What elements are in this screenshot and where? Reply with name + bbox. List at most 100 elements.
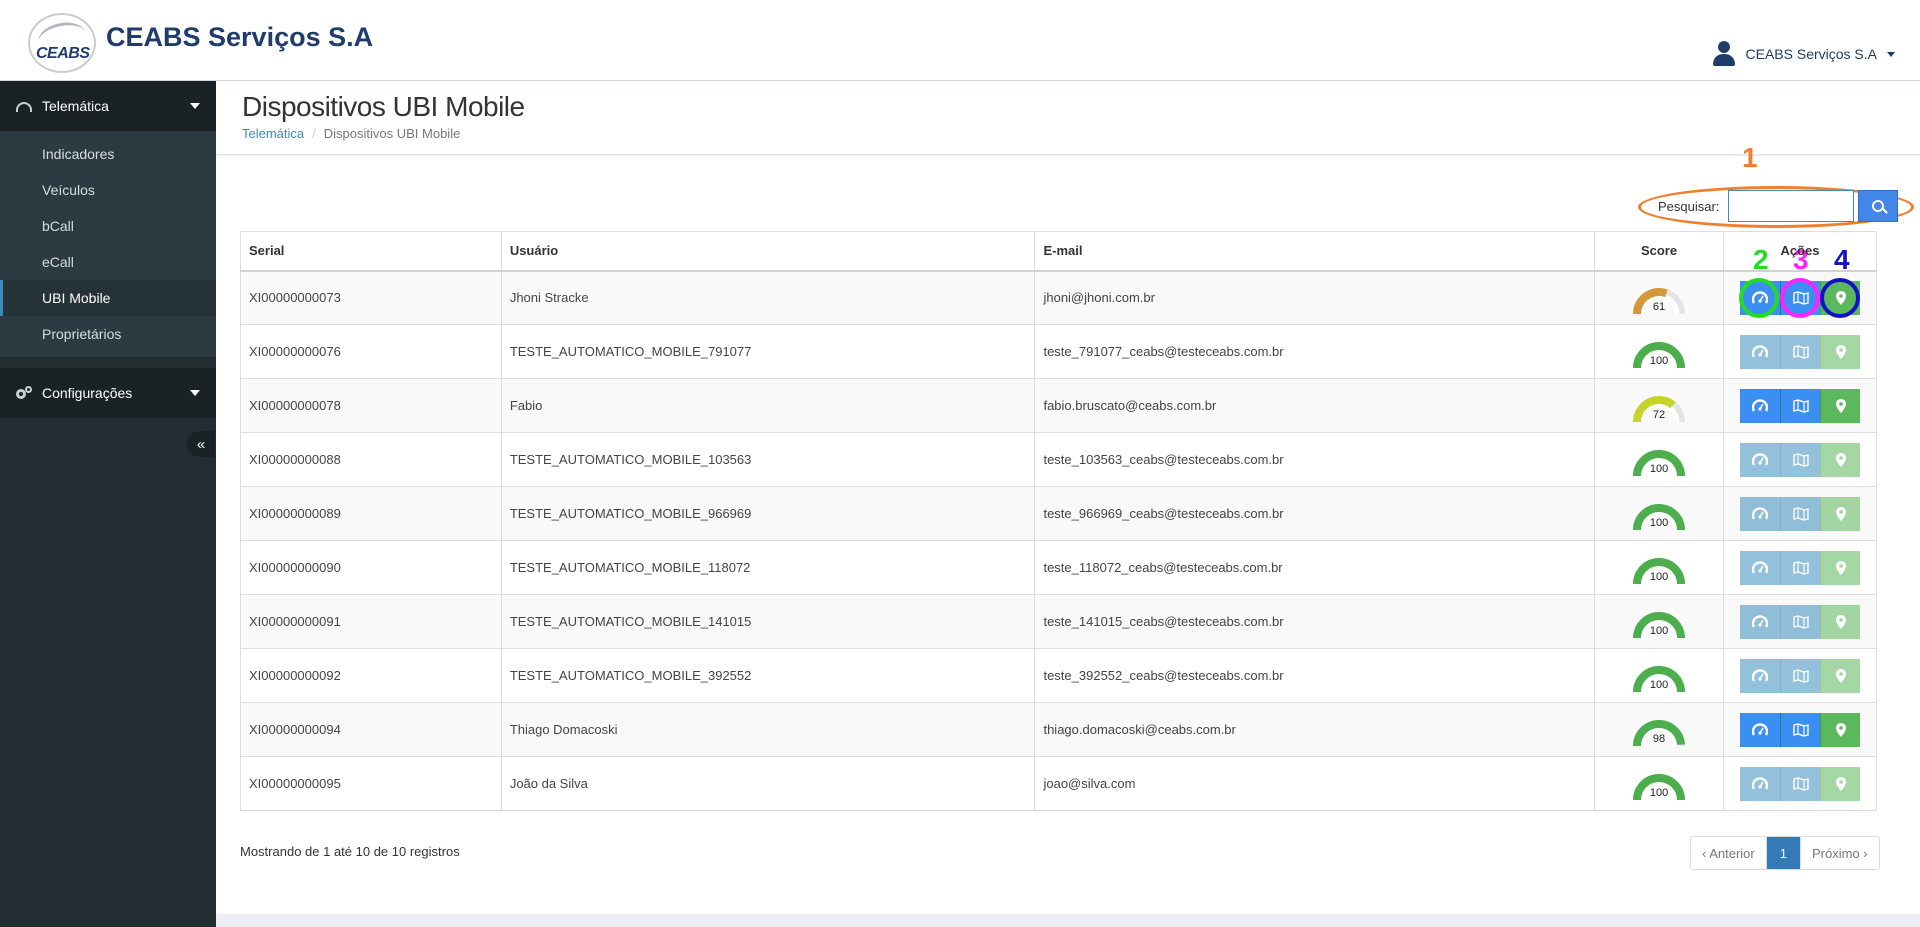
pagination-next-button[interactable]: Próximo › — [1799, 837, 1879, 869]
user-icon — [1712, 41, 1736, 67]
trips-map-button[interactable] — [1780, 388, 1820, 423]
score-gauge: 100 — [1631, 768, 1687, 800]
table-row[interactable]: XI00000000073 Jhoni Stracke jhoni@jhoni.co… — [240, 270, 1877, 325]
trips-map-button[interactable] — [1780, 442, 1820, 477]
location-button[interactable] — [1820, 712, 1860, 747]
trips-map-button[interactable] — [1780, 604, 1820, 639]
column-header-serial[interactable]: Serial — [240, 231, 502, 272]
indicators-button[interactable] — [1740, 388, 1780, 423]
sidebar-group-telematica[interactable]: Telemática — [0, 81, 216, 131]
cell-usuario: João da Silva — [500, 756, 1036, 811]
map-marker-icon — [1835, 614, 1846, 629]
location-button[interactable] — [1820, 277, 1860, 318]
table-row[interactable]: XI00000000076 TESTE_AUTOMATICO_MOBILE_791… — [240, 324, 1877, 379]
column-header-score[interactable]: Score — [1594, 231, 1724, 272]
location-button[interactable] — [1820, 442, 1860, 477]
cell-score: 72 — [1594, 378, 1724, 433]
trips-map-button[interactable] — [1780, 496, 1820, 531]
map-icon — [1792, 668, 1809, 683]
indicators-button[interactable] — [1740, 658, 1780, 693]
cell-score: 100 — [1594, 432, 1724, 487]
chevron-down-icon — [190, 390, 200, 396]
table-row[interactable]: XI00000000088 TESTE_AUTOMATICO_MOBILE_103… — [240, 432, 1877, 487]
sidebar-item-indicadores[interactable]: Indicadores — [0, 136, 216, 172]
user-menu[interactable]: CEABS Serviços S.A — [1712, 41, 1895, 67]
ceabs-logo[interactable]: CEABS — [28, 13, 96, 73]
brand-name[interactable]: CEABS Serviços S.A — [106, 22, 373, 53]
annotation-1: 1 — [1742, 142, 1758, 173]
trips-map-button[interactable] — [1780, 712, 1820, 747]
location-button[interactable] — [1820, 334, 1860, 369]
location-button[interactable] — [1820, 550, 1860, 585]
search-button[interactable] — [1858, 190, 1898, 222]
cell-acoes — [1723, 594, 1877, 649]
column-header-email[interactable]: E-mail — [1034, 231, 1596, 272]
cell-score: 100 — [1594, 648, 1724, 703]
action-button-group — [1724, 604, 1876, 639]
indicators-button[interactable] — [1740, 550, 1780, 585]
user-name: CEABS Serviços S.A — [1745, 46, 1878, 62]
trips-map-button[interactable] — [1780, 766, 1820, 801]
breadcrumb-separator: / — [312, 126, 316, 141]
sidebar-submenu: Indicadores Veículos bCall eCall UBI Mob… — [0, 131, 216, 357]
indicators-button[interactable] — [1740, 604, 1780, 639]
indicators-button[interactable] — [1740, 712, 1780, 747]
sidebar-item-ubi-mobile[interactable]: UBI Mobile — [0, 280, 216, 316]
indicators-button[interactable] — [1740, 766, 1780, 801]
location-button[interactable] — [1820, 496, 1860, 531]
pagination-prev-button[interactable]: ‹ Anterior — [1691, 837, 1767, 869]
table-row[interactable]: XI00000000095 João da Silva joao@silva.com… — [240, 756, 1877, 811]
cell-email: teste_392552_ceabs@testeceabs.com.br — [1034, 648, 1596, 703]
score-gauge: 100 — [1631, 660, 1687, 692]
trips-map-button[interactable] — [1780, 277, 1820, 318]
indicators-button[interactable] — [1740, 442, 1780, 477]
table-row[interactable]: XI00000000094 Thiago Domacoski thiago.doma… — [240, 702, 1877, 757]
cell-score: 100 — [1594, 486, 1724, 541]
score-gauge: 61 — [1631, 282, 1687, 314]
indicators-button[interactable] — [1740, 496, 1780, 531]
map-icon — [1792, 344, 1809, 359]
table-row[interactable]: XI00000000089 TESTE_AUTOMATICO_MOBILE_966… — [240, 486, 1877, 541]
location-button[interactable] — [1820, 658, 1860, 693]
trips-map-button[interactable] — [1780, 550, 1820, 585]
trips-map-button[interactable] — [1780, 658, 1820, 693]
location-button[interactable] — [1820, 604, 1860, 639]
sidebar-item-veiculos[interactable]: Veículos — [0, 172, 216, 208]
table-row[interactable]: XI00000000090 TESTE_AUTOMATICO_MOBILE_118… — [240, 540, 1877, 595]
sidebar-group-label: Configurações — [42, 385, 133, 401]
cell-acoes — [1723, 648, 1877, 703]
sidebar-item-proprietarios[interactable]: Proprietários — [0, 316, 216, 352]
map-icon — [1792, 776, 1809, 791]
trips-map-button[interactable] — [1780, 334, 1820, 369]
table-row[interactable]: XI00000000078 Fabio fabio.bruscato@ceabs.c… — [240, 378, 1877, 433]
dashboard-icon — [16, 102, 32, 112]
indicators-button[interactable] — [1740, 334, 1780, 369]
search-area: Pesquisar: — [1638, 186, 1920, 228]
score-value: 100 — [1649, 462, 1669, 475]
sidebar-collapse-button[interactable]: « — [187, 431, 215, 457]
indicators-button[interactable] — [1739, 277, 1780, 318]
dashboard-icon — [1752, 776, 1768, 791]
location-button[interactable] — [1820, 766, 1860, 801]
cell-usuario: TESTE_AUTOMATICO_MOBILE_141015 — [500, 594, 1036, 649]
score-gauge: 100 — [1631, 444, 1687, 476]
score-gauge: 100 — [1631, 552, 1687, 584]
cell-acoes — [1723, 756, 1877, 811]
table-row[interactable]: XI00000000091 TESTE_AUTOMATICO_MOBILE_141… — [240, 594, 1877, 649]
column-header-acoes: Ações — [1723, 231, 1877, 272]
cell-email: teste_966969_ceabs@testeceabs.com.br — [1034, 486, 1596, 541]
dashboard-icon — [1752, 668, 1768, 683]
sidebar-group-configuracoes[interactable]: Configurações — [0, 368, 216, 418]
location-button[interactable] — [1820, 388, 1860, 423]
action-button-group — [1724, 277, 1876, 318]
cell-score: 61 — [1594, 270, 1724, 325]
pagination-page-1[interactable]: 1 — [1766, 837, 1800, 869]
sidebar-item-ecall[interactable]: eCall — [0, 244, 216, 280]
breadcrumb-link-telematica[interactable]: Telemática — [242, 126, 304, 141]
search-input[interactable] — [1728, 190, 1854, 222]
score-gauge: 72 — [1631, 390, 1687, 422]
table-row[interactable]: XI00000000092 TESTE_AUTOMATICO_MOBILE_392… — [240, 648, 1877, 703]
column-header-usuario[interactable]: Usuário — [500, 231, 1036, 272]
sidebar-item-bcall[interactable]: bCall — [0, 208, 216, 244]
cell-usuario: Fabio — [500, 378, 1036, 433]
